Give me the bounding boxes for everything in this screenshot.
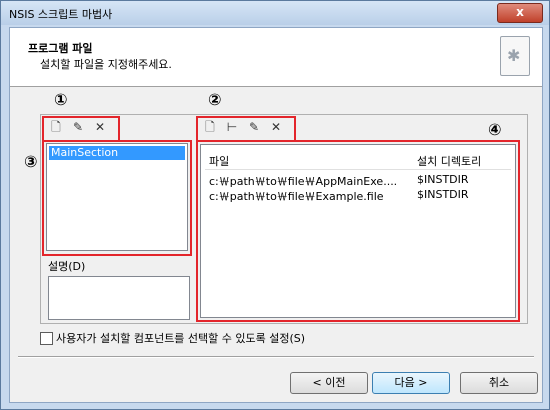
page-title: 프로그램 파일 xyxy=(28,42,93,55)
edit-section-icon[interactable]: ✎ xyxy=(70,119,86,135)
file-row-1-dir[interactable]: $INSTDIR xyxy=(417,173,469,186)
file-row-2-dir[interactable]: $INSTDIR xyxy=(417,188,469,201)
delete-file-icon[interactable]: ✕ xyxy=(268,119,284,135)
section-list[interactable]: MainSection xyxy=(46,143,188,251)
annotation-1: ① xyxy=(54,90,68,109)
new-section-icon[interactable]: 🗋 xyxy=(48,119,64,135)
select-components-label[interactable]: 사용자가 설치할 컴포넌트를 선택할 수 있도록 설정(S) xyxy=(56,330,305,346)
next-button[interactable]: 다음 > xyxy=(372,372,450,394)
back-button[interactable]: < 이전 xyxy=(290,372,368,394)
page-subtitle: 설치할 파일을 지정해주세요. xyxy=(40,58,172,71)
button-separator xyxy=(18,356,534,358)
wizard-client-area: 프로그램 파일 설치할 파일을 지정해주세요. ✱ ① ② ③ ④ 🗋 ✎ ✕ … xyxy=(9,27,543,403)
annotation-2: ② xyxy=(208,90,222,109)
asterisk-icon: ✱ xyxy=(507,46,521,65)
file-row-2-path[interactable]: c:￦path￦to￦file￦Example.file xyxy=(209,188,384,204)
file-row-1-path[interactable]: c:￦path￦to￦file￦AppMainExe.... xyxy=(209,173,397,189)
description-box xyxy=(48,276,190,320)
add-folder-icon[interactable]: ⊢ xyxy=(224,119,240,135)
file-list[interactable]: 파일 설치 디렉토리 c:￦path￦to￦file￦AppMainExe...… xyxy=(200,144,516,318)
column-header-file[interactable]: 파일 xyxy=(209,153,229,169)
cancel-button[interactable]: 취소 xyxy=(460,372,538,394)
section-item-mainsection[interactable]: MainSection xyxy=(49,146,185,160)
delete-section-icon[interactable]: ✕ xyxy=(92,119,108,135)
select-components-checkbox[interactable] xyxy=(40,332,53,345)
wizard-window: NSIS 스크립트 마법사 x 프로그램 파일 설치할 파일을 지정해주세요. … xyxy=(0,0,550,410)
edit-file-icon[interactable]: ✎ xyxy=(246,119,262,135)
header-divider xyxy=(205,169,511,170)
window-title: NSIS 스크립트 마법사 xyxy=(9,8,113,21)
close-button[interactable]: x xyxy=(497,3,543,23)
annotation-3: ③ xyxy=(24,152,38,171)
description-label: 설명(D) xyxy=(48,260,86,273)
title-bar[interactable]: NSIS 스크립트 마법사 x xyxy=(1,1,549,25)
column-header-install-dir[interactable]: 설치 디렉토리 xyxy=(417,153,481,169)
header-document-icon: ✱ xyxy=(500,36,530,76)
wizard-header: 프로그램 파일 설치할 파일을 지정해주세요. ✱ xyxy=(10,28,542,87)
new-file-icon[interactable]: 🗋 xyxy=(202,119,218,135)
